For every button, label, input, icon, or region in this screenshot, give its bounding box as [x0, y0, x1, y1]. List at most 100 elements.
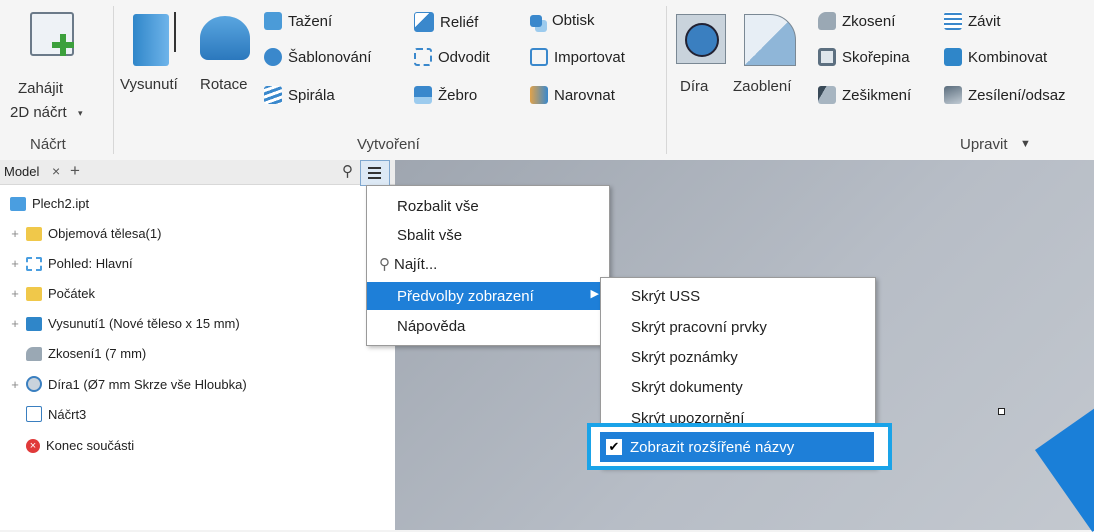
- chamfer-button[interactable]: Zkosení: [818, 12, 895, 30]
- tree-item-view[interactable]: + Pohled: Hlavní: [10, 256, 133, 271]
- tree-item-end-of-part[interactable]: × Konec součásti: [10, 438, 134, 453]
- thicken-icon: [944, 86, 962, 104]
- decal-label: Obtisk: [552, 12, 595, 29]
- tree-item-origin[interactable]: + Počátek: [10, 286, 95, 301]
- loft-button[interactable]: Šablonování: [264, 48, 371, 66]
- submenu-item-show-extended-names[interactable]: ✔ Zobrazit rozšířené názvy: [600, 432, 874, 462]
- divider: [113, 6, 114, 154]
- emboss-button[interactable]: Reliéf: [414, 12, 478, 32]
- folder-icon: [26, 226, 42, 241]
- thread-button[interactable]: Závit: [944, 12, 1001, 30]
- divider: [666, 6, 667, 154]
- fillet-button[interactable]: Zaoblení: [733, 78, 791, 95]
- shell-label: Skořepina: [842, 48, 910, 66]
- tab-model[interactable]: Model: [4, 164, 39, 179]
- tree-item-extrusion[interactable]: + Vysunutí1 (Nové těleso x 15 mm): [10, 316, 240, 331]
- expand-icon[interactable]: +: [10, 286, 20, 301]
- start-sketch-label-2[interactable]: 2D náčrt: [10, 104, 67, 121]
- sketch-icon[interactable]: [30, 12, 74, 56]
- sketch-icon: [26, 406, 42, 422]
- menu-item-help[interactable]: Nápověda: [367, 312, 609, 340]
- menu-item-label: Skrýt USS: [631, 287, 701, 305]
- sketch-group-title: Náčrt: [30, 136, 66, 153]
- rib-label: Žebro: [438, 86, 478, 104]
- loft-icon: [264, 48, 282, 66]
- expand-icon[interactable]: +: [10, 316, 20, 331]
- sweep-label: Tažení: [288, 12, 333, 30]
- tree-item-solid-bodies[interactable]: + Objemová tělesa(1): [10, 226, 161, 241]
- hole-icon[interactable]: [676, 14, 726, 64]
- model-edge: [1035, 381, 1094, 532]
- tree-item-hole[interactable]: + Díra1 (Ø7 mm Skrze vše Hloubka): [10, 376, 247, 392]
- tree-item-chamfer[interactable]: Zkosení1 (7 mm): [10, 346, 146, 361]
- add-tab-icon[interactable]: +: [70, 161, 80, 181]
- fillet-icon[interactable]: [744, 14, 796, 66]
- menu-item-label: Sbalit vše: [397, 226, 463, 244]
- import-label: Importovat: [554, 48, 625, 66]
- submenu-item-hide-documents[interactable]: Skrýt dokumenty: [601, 373, 875, 401]
- combine-label: Kombinovat: [968, 48, 1048, 66]
- chevron-down-icon[interactable]: ▾: [78, 108, 83, 119]
- menu-item-collapse-all[interactable]: Sbalit vše: [367, 221, 609, 249]
- end-of-part-icon: ×: [26, 438, 40, 453]
- sweep-button[interactable]: Tažení: [264, 12, 332, 30]
- derive-button[interactable]: Odvodit: [414, 48, 490, 66]
- coil-label: Spirála: [288, 86, 335, 104]
- thicken-button[interactable]: Zesílení/odsaz: [944, 86, 1066, 104]
- menu-item-label: Zobrazit rozšířené názvy: [630, 438, 795, 456]
- expand-icon[interactable]: +: [10, 377, 20, 392]
- menu-item-label: Skrýt poznámky: [631, 348, 738, 366]
- thicken-label: Zesílení/odsaz: [968, 86, 1066, 104]
- submenu-arrow-icon: ▶: [590, 288, 599, 300]
- derive-label: Odvodit: [438, 48, 490, 66]
- revolve-button[interactable]: Rotace: [200, 76, 248, 93]
- extrude-icon[interactable]: [133, 14, 169, 66]
- menu-item-expand-all[interactable]: Rozbalit vše: [367, 192, 609, 220]
- emboss-icon: [414, 12, 434, 32]
- menu-item-display-preferences[interactable]: Předvolby zobrazení ▶: [367, 282, 609, 310]
- tree-item-label: Náčrt3: [48, 406, 87, 422]
- modify-group-title[interactable]: Upravit: [960, 136, 1008, 153]
- import-button[interactable]: Importovat: [530, 48, 625, 66]
- extrude-button[interactable]: Vysunutí: [120, 76, 178, 93]
- menu-item-label: Nápověda: [397, 317, 466, 335]
- tree-item-part[interactable]: Plech2.ipt: [10, 196, 89, 211]
- menu-item-label: Skrýt dokumenty: [631, 378, 743, 396]
- unwrap-button[interactable]: Narovnat: [530, 86, 615, 104]
- revolve-icon[interactable]: [200, 16, 250, 60]
- coil-icon: [264, 86, 282, 104]
- close-icon[interactable]: ×: [52, 163, 60, 179]
- rib-icon: [414, 86, 432, 104]
- hole-button[interactable]: Díra: [680, 78, 708, 95]
- hole-icon: [26, 376, 42, 392]
- chevron-down-icon[interactable]: ▼: [1020, 138, 1031, 150]
- ribbon: Zahájit 2D náčrt ▾ Náčrt Vysunutí Rotace…: [0, 0, 1094, 161]
- combine-button[interactable]: Kombinovat: [944, 48, 1047, 66]
- menu-item-find[interactable]: ⚲ Najít...: [367, 250, 609, 278]
- rib-button[interactable]: Žebro: [414, 86, 477, 104]
- menu-item-label: Rozbalit vše: [397, 197, 479, 215]
- menu-item-label: Najít...: [394, 255, 438, 273]
- expand-icon[interactable]: +: [10, 256, 20, 271]
- expand-icon[interactable]: +: [10, 226, 20, 241]
- tree-item-label: Zkosení1 (7 mm): [48, 346, 147, 361]
- coil-button[interactable]: Spirála: [264, 86, 335, 104]
- shell-button[interactable]: Skořepina: [818, 48, 910, 66]
- combine-icon: [944, 48, 962, 66]
- tree-item-label: Pohled: Hlavní: [48, 256, 133, 271]
- submenu-item-hide-ucs[interactable]: Skrýt USS: [601, 282, 875, 310]
- submenu-item-hide-work-features[interactable]: Skrýt pracovní prvky: [601, 313, 875, 341]
- draft-label: Zešikmení: [842, 86, 912, 104]
- submenu-item-hide-notes[interactable]: Skrýt poznámky: [601, 343, 875, 371]
- tree-item-label: Vysunutí1 (Nové těleso x 15 mm): [48, 316, 240, 331]
- draft-button[interactable]: Zešikmení: [818, 86, 911, 104]
- thread-label: Závit: [968, 12, 1001, 30]
- search-icon[interactable]: ⚲: [342, 162, 353, 180]
- decal-button[interactable]: Obtisk: [530, 12, 595, 29]
- tree-item-sketch[interactable]: Náčrt3: [10, 406, 86, 422]
- menu-icon[interactable]: [360, 160, 390, 186]
- browser-menu: Rozbalit vše Sbalit vše ⚲ Najít... Předv…: [366, 185, 610, 346]
- import-icon: [530, 48, 548, 66]
- start-sketch-label-1[interactable]: Zahájit: [18, 80, 63, 97]
- tree-item-label: Plech2.ipt: [32, 196, 90, 211]
